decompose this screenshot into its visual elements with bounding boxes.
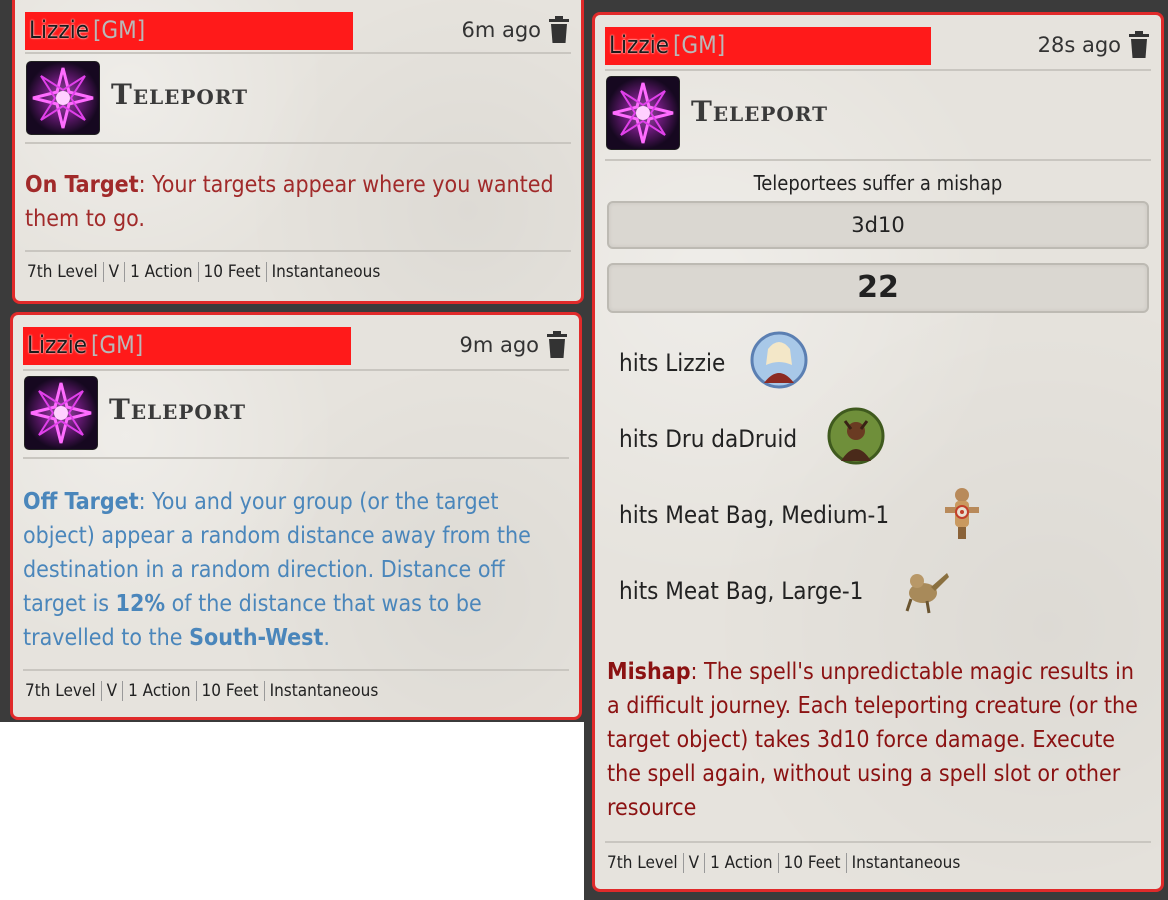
chat-message-on-target: Lizzie [GM] 6m ago Teleport On Target: Yo… (12, 0, 584, 304)
spell-icon (607, 77, 679, 149)
footer-casting-time: 1 Action (123, 681, 197, 701)
result-text-part3: . (323, 625, 330, 651)
hit-target-row[interactable]: hits Lizzie (619, 349, 725, 377)
speaker-user: Lizzie (27, 331, 87, 359)
hit-target-row[interactable]: hits Meat Bag, Medium-1 (619, 501, 889, 529)
hit-target-label: hits Meat Bag, Medium-1 (619, 501, 890, 529)
spell-icon (25, 377, 97, 449)
header-divider (605, 69, 1151, 71)
footer-level: 7th Level (25, 262, 104, 282)
footer-components: V (104, 262, 126, 282)
footer-range: 10 Feet (199, 262, 267, 282)
trash-icon[interactable] (1127, 31, 1151, 59)
direction: South-West (189, 625, 324, 651)
footer-duration: Instantaneous (851, 853, 961, 873)
header-divider (23, 369, 569, 371)
trash-icon[interactable] (547, 16, 571, 44)
distance-percent: 12% (115, 591, 166, 617)
result-description: Off Target: You and your group (or the t… (23, 485, 561, 655)
footer-divider (23, 669, 569, 671)
header-divider (25, 52, 571, 54)
footer-casting-time: 1 Action (705, 853, 779, 873)
spell-footer: 7th Level V 1 Action 10 Feet Instantaneous (25, 262, 571, 292)
dummy-token-icon[interactable] (933, 483, 991, 541)
footer-range: 10 Feet (779, 853, 847, 873)
result-label: Mishap (607, 659, 691, 685)
hit-target-row[interactable]: hits Meat Bag, Large-1 (619, 577, 863, 605)
druid-token-icon[interactable] (827, 407, 885, 465)
spell-name[interactable]: Teleport (111, 78, 248, 111)
gm-badge: [GM] (90, 331, 144, 359)
message-header: Lizzie [GM] 28s ago (605, 27, 1151, 67)
result-description: On Target: Your targets appear where you… (25, 168, 563, 236)
spell-divider (23, 457, 569, 459)
chat-message-mishap: Lizzie [GM] 28s ago Teleport Teleportees … (592, 12, 1164, 892)
roll-title: Teleportees suffer a mishap (753, 171, 1003, 195)
lizzie-token-icon[interactable] (750, 331, 808, 389)
footer-level: 7th Level (23, 681, 102, 701)
gm-badge: [GM] (92, 16, 146, 44)
hit-target-row[interactable]: hits Dru daDruid (619, 425, 797, 453)
speaker-name[interactable]: Lizzie [GM] (609, 31, 725, 59)
footer-level: 7th Level (605, 853, 684, 873)
speaker-user: Lizzie (29, 16, 89, 44)
footer-components: V (102, 681, 124, 701)
message-timestamp: 6m ago (461, 18, 541, 42)
gm-badge: [GM] (672, 31, 726, 59)
footer-components: V (684, 853, 706, 873)
result-description: Mishap: The spell's unpredictable magic … (607, 655, 1147, 825)
footer-divider (605, 841, 1151, 843)
footer-duration: Instantaneous (269, 681, 379, 701)
chat-message-off-target: Lizzie [GM] 9m ago Teleport Off Target: Y… (10, 312, 582, 720)
trash-icon[interactable] (545, 331, 569, 359)
hit-target-label: hits Lizzie (619, 349, 726, 377)
footer-range: 10 Feet (197, 681, 265, 701)
message-header: Lizzie [GM] 6m ago (25, 12, 571, 52)
spell-name[interactable]: Teleport (691, 95, 828, 128)
spell-divider (605, 159, 1151, 161)
roll-total: 22 (857, 270, 899, 305)
message-timestamp: 9m ago (459, 333, 539, 357)
roll-formula-box[interactable]: 3d10 (607, 201, 1149, 249)
creature-token-icon[interactable] (897, 559, 955, 617)
hit-target-label: hits Dru daDruid (619, 425, 798, 453)
result-label: Off Target (23, 489, 139, 515)
spell-footer: 7th Level V 1 Action 10 Feet Instantaneous (605, 853, 1151, 883)
hit-target-label: hits Meat Bag, Large-1 (619, 577, 864, 605)
message-timestamp: 28s ago (1037, 33, 1121, 57)
spell-footer: 7th Level V 1 Action 10 Feet Instantaneous (23, 681, 569, 711)
speaker-user: Lizzie (609, 31, 669, 59)
roll-total-box[interactable]: 22 (607, 263, 1149, 313)
roll-formula: 3d10 (851, 213, 905, 237)
spell-icon (27, 62, 99, 134)
footer-divider (25, 250, 571, 252)
message-header: Lizzie [GM] 9m ago (23, 327, 569, 367)
spell-name[interactable]: Teleport (109, 393, 246, 426)
speaker-name[interactable]: Lizzie [GM] (29, 16, 145, 44)
result-label: On Target (25, 172, 139, 198)
spell-divider (25, 142, 571, 144)
footer-duration: Instantaneous (271, 262, 381, 282)
footer-casting-time: 1 Action (125, 262, 199, 282)
speaker-name[interactable]: Lizzie [GM] (27, 331, 143, 359)
